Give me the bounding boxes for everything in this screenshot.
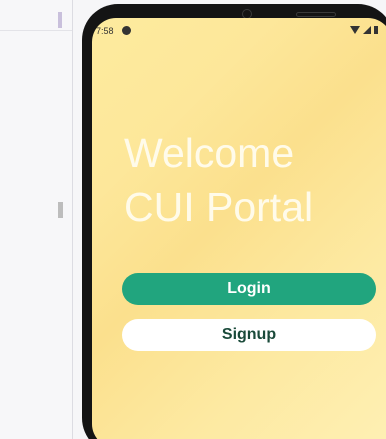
scroll-thumb[interactable] (58, 202, 63, 218)
status-bar: 7:58 (92, 18, 386, 42)
signup-button[interactable]: Signup (122, 319, 376, 351)
status-icons (350, 26, 378, 34)
panel-divider (72, 0, 73, 439)
status-time: 7:58 (96, 26, 114, 36)
signal-icon (363, 26, 371, 34)
app-screen: 7:58 Welcome CUI Portal Login Signup (92, 18, 386, 439)
login-button[interactable]: Login (122, 273, 376, 305)
welcome-line-1: Welcome (124, 130, 295, 176)
welcome-title: Welcome CUI Portal (124, 126, 313, 234)
wifi-icon (350, 26, 360, 34)
editor-panel (0, 0, 72, 439)
emulator-window: 7:58 Welcome CUI Portal Login Signup (0, 0, 386, 439)
speaker-grille (296, 12, 336, 17)
battery-icon (374, 26, 378, 34)
editor-divider-line (0, 30, 72, 31)
editor-marker (58, 12, 62, 28)
welcome-line-2: CUI Portal (124, 184, 314, 230)
notification-dot-icon (122, 26, 131, 35)
